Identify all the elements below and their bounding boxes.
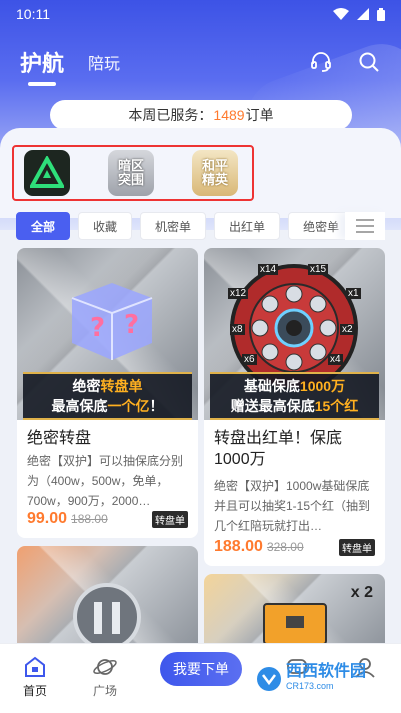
category-tab-favorites[interactable]: 收藏 <box>78 212 133 240</box>
game-selector: 暗区 突围 和平 精英 <box>12 145 254 201</box>
card-image <box>17 546 198 656</box>
card-original-price: 328.00 <box>266 540 304 554</box>
mystery-box-icon: ? ? <box>71 283 153 360</box>
wheel-label: x12 <box>228 288 249 299</box>
wheel-label: x15 <box>308 264 329 275</box>
nav-home[interactable]: 首页 <box>22 654 48 699</box>
wheel-label: x8 <box>230 324 245 335</box>
service-count: 1489 <box>213 107 245 123</box>
wheel-label: x1 <box>346 288 361 299</box>
service-suffix: 订单 <box>245 107 274 123</box>
card-banner: 基础保底1000万 赠送最高保底15个红 <box>210 372 379 420</box>
category-menu-button[interactable] <box>345 212 385 240</box>
service-prefix: 本周已服务： <box>128 107 213 123</box>
banner-line-1: 基础保底1000万 <box>243 378 346 394</box>
card-image: ? ? 绝密转盘单 最高保底一个亿！ <box>17 248 198 420</box>
banner-line-1: 绝密转盘单 <box>72 378 143 394</box>
product-card-top-secret-wheel[interactable]: ? ? 绝密转盘单 最高保底一个亿！ 绝密转盘 绝密【双护】可以抽保底分别为（4… <box>17 248 198 538</box>
weekly-service-banner: 本周已服务： 1489 订单 <box>50 100 352 130</box>
card-description: 绝密【双护】1000w基础保底并且可以抽奖1-15个红（抽到几个红陪玩就打出… <box>214 479 371 533</box>
svg-text:?: ? <box>90 313 105 343</box>
watermark-text: 西西软件园 <box>286 663 367 680</box>
signal-icon <box>357 8 369 20</box>
card-tag: 转盘单 <box>339 538 375 556</box>
wheel-label: x4 <box>328 354 343 365</box>
card-original-price: 188.00 <box>71 512 108 526</box>
wheel-label: x6 <box>242 354 257 365</box>
wifi-icon <box>333 8 349 20</box>
nav-home-label: 首页 <box>22 684 47 698</box>
emblem-icon <box>73 583 141 651</box>
top-nav: 护航 陪玩 <box>0 40 401 86</box>
arena-breakout-logo: 暗区 突围 <box>117 158 144 187</box>
banner-line-2: 赠送最高保底15个红 <box>230 398 359 414</box>
watermark-logo-icon <box>257 667 281 691</box>
card-description: 绝密【双护】可以抽保底分别为（400w，500w，免单，700w，900万，20… <box>27 454 184 508</box>
crate-icon <box>263 603 327 645</box>
card-price-row: 99.00 188.00 转盘单 <box>27 510 188 528</box>
planet-icon <box>93 659 117 675</box>
search-icon[interactable] <box>357 50 381 74</box>
tab-escort[interactable]: 护航 <box>20 46 64 86</box>
card-image: x14 x15 x12 x1 x8 x2 x6 x4 基础保底1000万 赠送最… <box>204 248 385 420</box>
card-title: 绝密转盘 <box>27 430 92 447</box>
banner-line-2: 最高保底一个亿！ <box>51 398 164 414</box>
peace-elite-logo: 和平 精英 <box>201 158 228 187</box>
card-title: 转盘出红单！保底1000万 <box>214 430 343 468</box>
multiplier-badge: x 2 <box>350 584 373 601</box>
card-price: 188.00 <box>214 538 263 555</box>
category-tab-confidential[interactable]: 机密单 <box>140 212 207 240</box>
game-delta-force-icon[interactable] <box>24 150 70 196</box>
wheel-label: x2 <box>340 324 355 335</box>
game-peace-elite-icon[interactable]: 和平 精英 <box>192 150 238 196</box>
card-banner: 绝密转盘单 最高保底一个亿！ <box>23 372 192 420</box>
battery-icon <box>377 7 385 21</box>
nav-actions <box>309 50 381 74</box>
watermark-text-block: 西西软件园 CR173.com <box>286 663 367 693</box>
nav-square-label: 广场 <box>92 684 117 698</box>
category-tabs: 全部 收藏 机密单 出红单 绝密单 <box>16 212 355 240</box>
category-tab-all[interactable]: 全部 <box>16 212 71 240</box>
customer-service-icon[interactable] <box>309 50 333 74</box>
product-card-wheel-red-drop[interactable]: x14 x15 x12 x1 x8 x2 x6 x4 基础保底1000万 赠送最… <box>204 248 385 566</box>
status-bar: 10:11 <box>0 0 401 28</box>
status-time: 10:11 <box>16 6 50 22</box>
nav-square[interactable]: 广场 <box>92 654 118 699</box>
card-price: 99.00 <box>27 510 68 527</box>
delta-logo-icon <box>30 156 64 188</box>
watermark-sub: CR173.com <box>286 681 334 691</box>
game-arena-breakout-icon[interactable]: 暗区 突围 <box>108 150 154 196</box>
menu-icon <box>356 219 374 233</box>
card-price-row: 188.00 328.00 转盘单 <box>214 538 375 556</box>
home-icon <box>25 656 45 677</box>
product-card-3[interactable] <box>17 546 198 656</box>
tab-companion[interactable]: 陪玩 <box>88 50 120 74</box>
svg-text:?: ? <box>124 310 139 340</box>
place-order-button[interactable]: 我要下单 <box>160 652 242 686</box>
status-icons <box>333 7 385 21</box>
site-watermark: 西西软件园 CR173.com <box>256 662 376 696</box>
wheel-label: x14 <box>258 264 279 275</box>
category-tab-red-drop[interactable]: 出红单 <box>214 212 281 240</box>
card-tag: 转盘单 <box>152 510 188 528</box>
